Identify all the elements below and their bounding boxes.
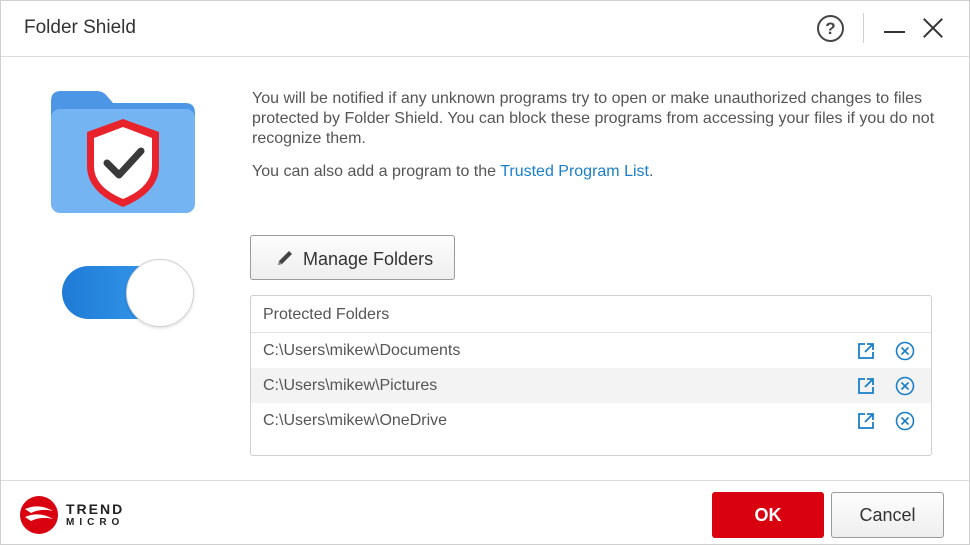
- open-location-icon[interactable]: [857, 342, 875, 360]
- logo-text-micro: MICRO: [66, 517, 125, 528]
- trusted-prefix: You can also add a program to the: [252, 163, 501, 180]
- protected-folders-list: Protected Folders C:\Users\mikew\Documen…: [250, 295, 932, 456]
- folder-path: C:\Users\mikew\OneDrive: [263, 412, 448, 429]
- folder-shield-icon: [51, 91, 195, 213]
- folder-shield-toggle[interactable]: [62, 259, 196, 327]
- folder-row[interactable]: C:\Users\mikew\Documents: [251, 333, 931, 368]
- folder-row[interactable]: C:\Users\mikew\Pictures: [251, 368, 931, 403]
- trusted-program-text: You can also add a program to the Truste…: [252, 163, 653, 181]
- remove-icon[interactable]: [895, 376, 915, 396]
- manage-folders-button[interactable]: Manage Folders: [250, 235, 455, 280]
- help-icon[interactable]: ?: [817, 15, 844, 42]
- close-icon[interactable]: [921, 16, 945, 40]
- title-bar: Folder Shield ?: [1, 1, 970, 57]
- window-title: Folder Shield: [24, 17, 136, 38]
- trusted-suffix: .: [648, 163, 654, 180]
- folder-row[interactable]: C:\Users\mikew\OneDrive: [251, 403, 931, 438]
- logo-text-trend: TREND: [66, 501, 125, 517]
- protected-folders-header: Protected Folders: [251, 296, 931, 333]
- trend-micro-logo: TREND MICRO: [19, 495, 139, 535]
- description-text: You will be notified if any unknown prog…: [252, 90, 935, 147]
- ok-button[interactable]: OK: [712, 492, 824, 538]
- minimize-icon[interactable]: [884, 15, 906, 43]
- titlebar-divider: [863, 13, 864, 43]
- remove-icon[interactable]: [895, 411, 915, 431]
- open-location-icon[interactable]: [857, 377, 875, 395]
- trend-micro-logo-icon: [20, 496, 58, 534]
- folder-path: C:\Users\mikew\Pictures: [263, 377, 438, 394]
- manage-folders-label: Manage Folders: [303, 249, 434, 269]
- remove-icon[interactable]: [895, 341, 915, 361]
- folder-shield-window: Folder Shield ? You will be notified if …: [0, 0, 970, 545]
- trusted-program-list-link[interactable]: Trusted Program List: [500, 163, 649, 180]
- pencil-icon: [278, 251, 292, 265]
- toggle-knob: [126, 259, 194, 327]
- open-location-icon[interactable]: [857, 412, 875, 430]
- cancel-button[interactable]: Cancel: [831, 492, 944, 538]
- footer-divider: [1, 480, 970, 481]
- folder-path: C:\Users\mikew\Documents: [263, 342, 461, 359]
